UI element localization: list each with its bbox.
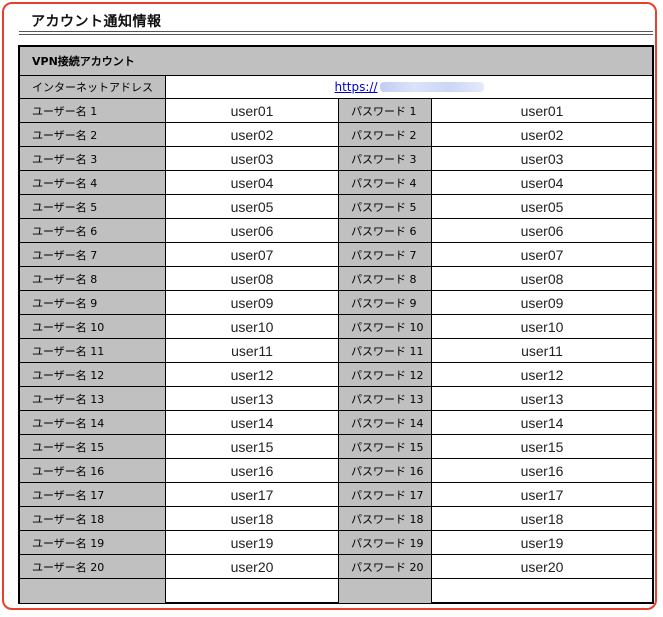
username-label: ユーザー名 11 bbox=[20, 339, 166, 363]
username-label: ユーザー名 13 bbox=[20, 387, 166, 411]
empty-cell bbox=[339, 579, 432, 603]
password-label: パスワード 4 bbox=[339, 171, 432, 195]
empty-cell bbox=[432, 579, 652, 603]
username-value: user06 bbox=[166, 219, 339, 243]
password-value: user06 bbox=[432, 219, 652, 243]
username-value: user15 bbox=[166, 435, 339, 459]
password-value: user02 bbox=[432, 123, 652, 147]
password-label: パスワード 9 bbox=[339, 291, 432, 315]
username-value: user10 bbox=[166, 315, 339, 339]
password-value: user18 bbox=[432, 507, 652, 531]
password-label: パスワード 2 bbox=[339, 123, 432, 147]
username-value: user04 bbox=[166, 171, 339, 195]
username-label: ユーザー名 20 bbox=[20, 555, 166, 579]
username-label: ユーザー名 3 bbox=[20, 147, 166, 171]
username-value: user11 bbox=[166, 339, 339, 363]
password-label: パスワード 11 bbox=[339, 339, 432, 363]
password-value: user07 bbox=[432, 243, 652, 267]
password-value: user19 bbox=[432, 531, 652, 555]
username-label: ユーザー名 15 bbox=[20, 435, 166, 459]
password-value: user20 bbox=[432, 555, 652, 579]
password-value: user14 bbox=[432, 411, 652, 435]
password-value: user05 bbox=[432, 195, 652, 219]
username-label: ユーザー名 2 bbox=[20, 123, 166, 147]
internet-address-link[interactable]: https:// bbox=[334, 80, 377, 94]
username-value: user08 bbox=[166, 267, 339, 291]
password-label: パスワード 8 bbox=[339, 267, 432, 291]
vpn-account-table: VPN接続アカウント インターネットアドレス https:// ユーザー名 1u… bbox=[18, 45, 654, 604]
password-label: パスワード 16 bbox=[339, 459, 432, 483]
redacted-address bbox=[379, 82, 484, 92]
password-value: user10 bbox=[432, 315, 652, 339]
username-label: ユーザー名 1 bbox=[20, 99, 166, 123]
password-label: パスワード 14 bbox=[339, 411, 432, 435]
password-label: パスワード 1 bbox=[339, 99, 432, 123]
internet-address-label: インターネットアドレス bbox=[20, 76, 166, 99]
username-value: user18 bbox=[166, 507, 339, 531]
username-value: user02 bbox=[166, 123, 339, 147]
username-value: user13 bbox=[166, 387, 339, 411]
table-header: VPN接続アカウント bbox=[20, 47, 652, 76]
username-value: user07 bbox=[166, 243, 339, 267]
title-underline bbox=[19, 31, 653, 32]
username-label: ユーザー名 12 bbox=[20, 363, 166, 387]
internet-address-cell: https:// bbox=[166, 76, 652, 99]
password-value: user15 bbox=[432, 435, 652, 459]
username-label: ユーザー名 19 bbox=[20, 531, 166, 555]
username-value: user03 bbox=[166, 147, 339, 171]
password-value: user01 bbox=[432, 99, 652, 123]
username-label: ユーザー名 6 bbox=[20, 219, 166, 243]
username-label: ユーザー名 16 bbox=[20, 459, 166, 483]
password-label: パスワード 12 bbox=[339, 363, 432, 387]
username-label: ユーザー名 18 bbox=[20, 507, 166, 531]
username-value: user17 bbox=[166, 483, 339, 507]
password-label: パスワード 13 bbox=[339, 387, 432, 411]
page-title: アカウント通知情報 bbox=[31, 14, 162, 30]
password-label: パスワード 10 bbox=[339, 315, 432, 339]
password-label: パスワード 5 bbox=[339, 195, 432, 219]
username-label: ユーザー名 9 bbox=[20, 291, 166, 315]
password-value: user11 bbox=[432, 339, 652, 363]
username-value: user01 bbox=[166, 99, 339, 123]
title-underline-second bbox=[19, 34, 653, 35]
password-label: パスワード 7 bbox=[339, 243, 432, 267]
username-value: user19 bbox=[166, 531, 339, 555]
password-value: user04 bbox=[432, 171, 652, 195]
username-value: user20 bbox=[166, 555, 339, 579]
password-value: user08 bbox=[432, 267, 652, 291]
username-label: ユーザー名 5 bbox=[20, 195, 166, 219]
password-label: パスワード 3 bbox=[339, 147, 432, 171]
username-label: ユーザー名 7 bbox=[20, 243, 166, 267]
username-value: user16 bbox=[166, 459, 339, 483]
username-label: ユーザー名 17 bbox=[20, 483, 166, 507]
password-label: パスワード 19 bbox=[339, 531, 432, 555]
username-label: ユーザー名 10 bbox=[20, 315, 166, 339]
username-label: ユーザー名 14 bbox=[20, 411, 166, 435]
password-label: パスワード 15 bbox=[339, 435, 432, 459]
password-value: user12 bbox=[432, 363, 652, 387]
password-value: user16 bbox=[432, 459, 652, 483]
password-label: パスワード 18 bbox=[339, 507, 432, 531]
empty-cell bbox=[166, 579, 339, 603]
password-value: user17 bbox=[432, 483, 652, 507]
password-value: user03 bbox=[432, 147, 652, 171]
password-value: user09 bbox=[432, 291, 652, 315]
username-label: ユーザー名 4 bbox=[20, 171, 166, 195]
username-value: user09 bbox=[166, 291, 339, 315]
username-label: ユーザー名 8 bbox=[20, 267, 166, 291]
username-value: user05 bbox=[166, 195, 339, 219]
empty-cell bbox=[20, 579, 166, 603]
password-value: user13 bbox=[432, 387, 652, 411]
password-label: パスワード 17 bbox=[339, 483, 432, 507]
username-value: user12 bbox=[166, 363, 339, 387]
password-label: パスワード 20 bbox=[339, 555, 432, 579]
username-value: user14 bbox=[166, 411, 339, 435]
password-label: パスワード 6 bbox=[339, 219, 432, 243]
